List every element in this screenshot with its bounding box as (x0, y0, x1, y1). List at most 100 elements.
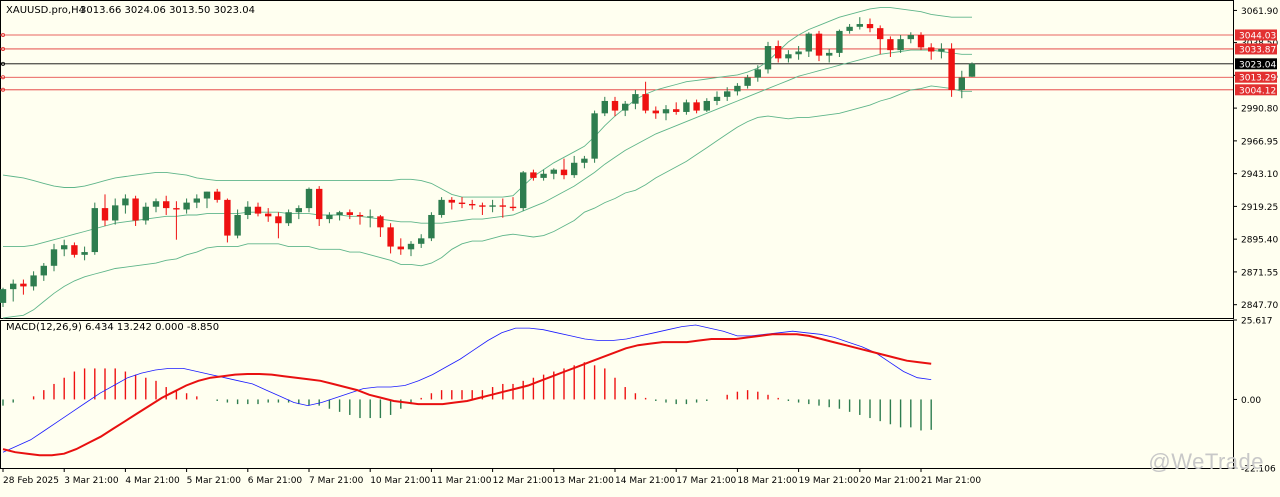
candle-body (122, 198, 129, 206)
candle-body (10, 283, 17, 290)
candle-body (693, 102, 700, 111)
candle-body (305, 188, 313, 209)
candle-body (775, 46, 782, 59)
time-axis-label: 19 Mar 21:00 (799, 476, 859, 486)
time-axis-label: 20 Mar 21:00 (860, 476, 920, 486)
candle-body (0, 289, 7, 303)
candle-body (336, 212, 343, 215)
ohlc-readout: 3013.66 3024.06 3013.50 3023.04 (80, 5, 255, 16)
time-axis-label: 11 Mar 21:00 (431, 476, 491, 486)
price-axis-label: 3061.90 (1241, 7, 1278, 17)
candle-body (764, 46, 772, 70)
price-axis-label: 2990.80 (1241, 105, 1278, 115)
time-axis-label: 12 Mar 21:00 (493, 476, 553, 486)
candle-body (234, 214, 241, 236)
candle-body (254, 206, 262, 214)
candle-body (326, 214, 333, 220)
candle-body (275, 216, 282, 224)
candle-body (713, 96, 721, 101)
candle-body (295, 208, 302, 213)
time-axis-label: 28 Feb 2025 (3, 476, 59, 486)
candle-body (173, 208, 180, 210)
time-axis-label: 18 Mar 21:00 (737, 476, 797, 486)
candle-body (611, 100, 619, 111)
candle-body (418, 238, 425, 244)
candle-body (785, 54, 792, 59)
candle-body (356, 214, 364, 217)
candle-body (438, 199, 445, 215)
candle-body (183, 202, 190, 210)
candle-body (866, 24, 874, 29)
candle-body (112, 205, 119, 221)
candle-body (734, 85, 741, 92)
candle-body (530, 172, 537, 178)
candle-body (489, 205, 496, 207)
chart-svg[interactable]: 3061.903038.503014.652990.802966.952943.… (0, 0, 1280, 493)
candle-body (163, 201, 170, 209)
candle-body (652, 110, 659, 114)
candle-body (662, 109, 670, 114)
time-axis-label: 5 Mar 21:00 (187, 476, 242, 486)
macd-axis-label: 25.617 (1241, 317, 1273, 327)
price-axis-label: 2966.95 (1241, 137, 1278, 147)
price-axis-label: 2919.25 (1241, 203, 1278, 213)
symbol-label: XAUUSD.pro,H4 (6, 5, 85, 16)
price-label-text: 3044.03 (1239, 31, 1276, 41)
candle-body (203, 191, 211, 199)
candle-body (40, 265, 47, 276)
candle-body (724, 91, 731, 97)
candle-body (407, 243, 415, 250)
candle-body (591, 113, 598, 159)
time-axis-label: 7 Mar 21:00 (309, 476, 364, 486)
candle-body (958, 77, 965, 90)
candle-body (285, 212, 292, 224)
candle-body (968, 63, 976, 77)
candle-body (754, 69, 761, 78)
watermark: @WeTrade (1148, 449, 1264, 474)
candle-body (81, 252, 88, 255)
candle-body (428, 214, 435, 239)
candle-body (152, 201, 160, 207)
candle-body (316, 188, 323, 220)
candle-body (377, 216, 384, 228)
candle-body (571, 162, 578, 176)
candle-body (560, 169, 568, 176)
candle-body (846, 26, 853, 31)
candle-body (938, 48, 945, 52)
candle-body (91, 208, 98, 253)
candle-body (581, 158, 588, 163)
candle-body (856, 24, 863, 27)
candle-body (101, 208, 109, 221)
candle-body (928, 47, 935, 52)
price-label-text: 3004.12 (1239, 86, 1276, 96)
chart-area[interactable]: 3061.903038.503014.652990.802966.952943.… (0, 0, 1280, 493)
candle-body (887, 39, 894, 51)
candle-body (265, 213, 272, 217)
candle-body (836, 30, 843, 53)
candle-body (387, 227, 394, 247)
price-axis-label: 2871.55 (1241, 268, 1278, 278)
candle-body (479, 205, 486, 207)
macd-indicator-label: MACD(12,26,9) 6.434 13.242 0.000 -8.850 (6, 322, 219, 333)
candle-body (907, 35, 914, 40)
time-axis-label: 13 Mar 21:00 (554, 476, 614, 486)
price-axis-label: 2895.40 (1241, 236, 1278, 246)
candle-body (71, 245, 78, 255)
candle-body (397, 246, 404, 250)
price-label-text: 3023.04 (1239, 60, 1276, 70)
candle-body (214, 191, 221, 200)
candle-body (815, 33, 823, 56)
candle-body (897, 39, 904, 51)
candle-body (683, 102, 690, 112)
candle-body (877, 28, 884, 40)
time-axis-label: 10 Mar 21:00 (370, 476, 430, 486)
candle-body (346, 212, 353, 215)
candle-body (540, 173, 547, 178)
candle-body (805, 33, 812, 52)
candle-body (520, 172, 527, 209)
candle-body (20, 283, 27, 287)
candle-body (50, 249, 58, 266)
time-axis-label: 4 Mar 21:00 (125, 476, 180, 486)
candle-body (673, 109, 680, 112)
candle-body (61, 245, 68, 250)
